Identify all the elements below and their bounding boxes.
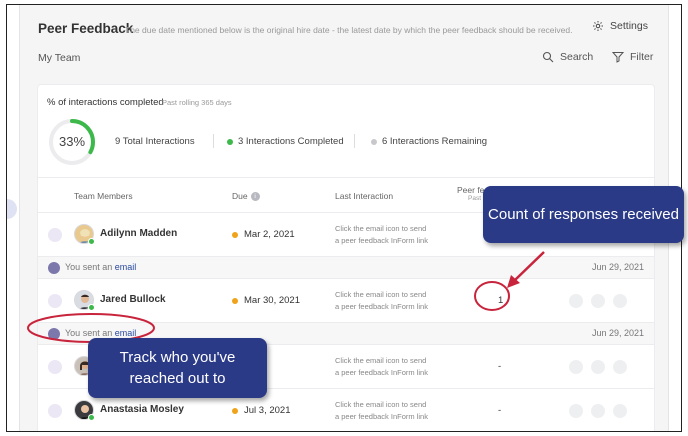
callout-responses: Count of responses received [483,186,684,243]
highlight-circle [474,281,510,311]
arrow-line [514,251,545,281]
callout-track: Track who you've reached out to [88,338,267,398]
